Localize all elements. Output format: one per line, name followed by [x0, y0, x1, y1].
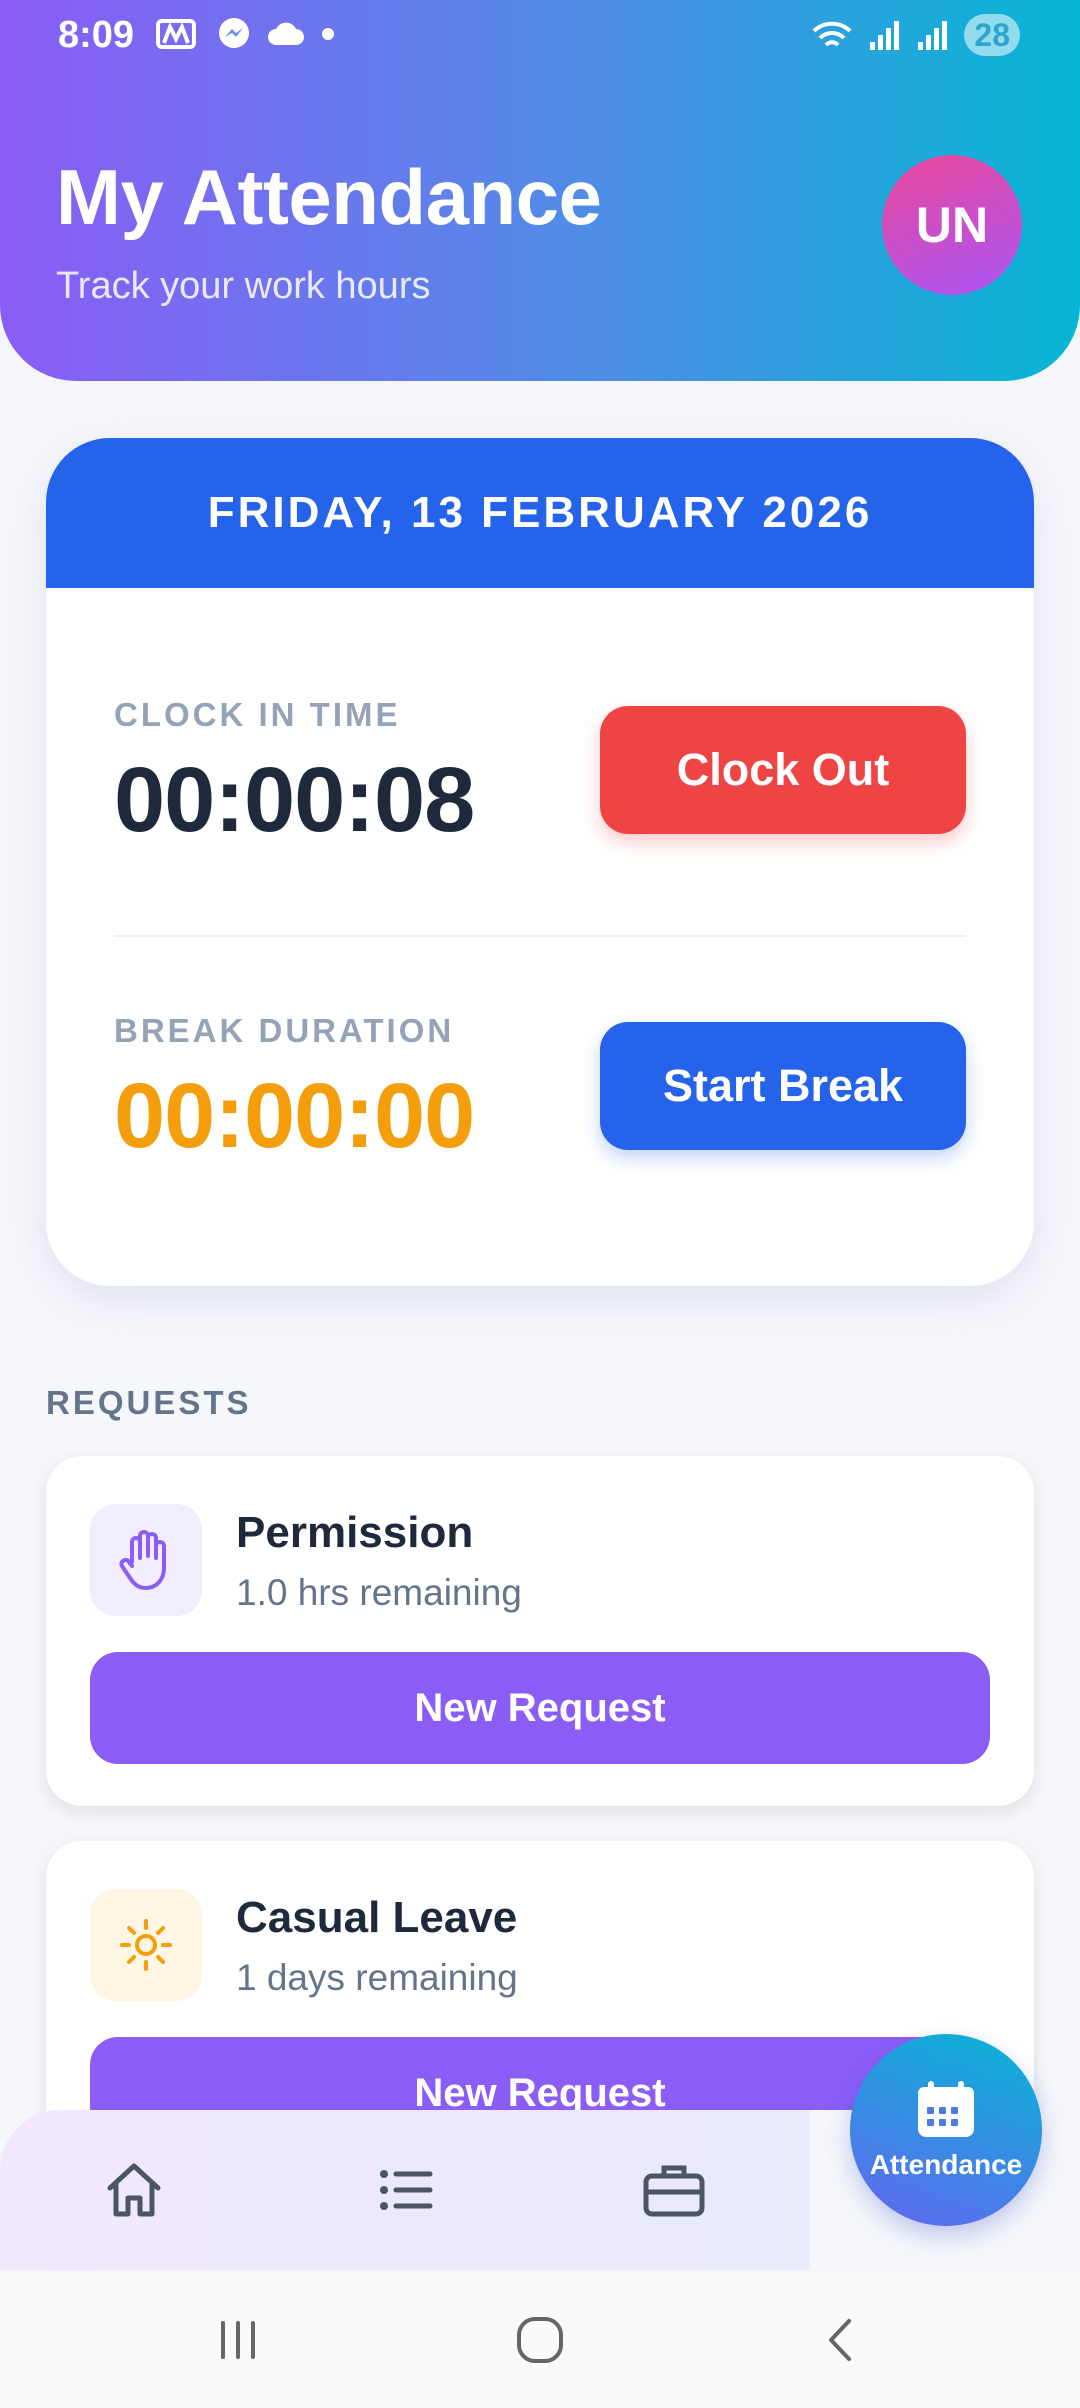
m-app-icon: [156, 19, 196, 49]
card-divider: [114, 935, 966, 937]
start-break-button[interactable]: Start Break: [600, 1022, 966, 1150]
request-remaining: 1.0 hrs remaining: [236, 1572, 522, 1613]
page-subtitle: Track your work hours: [56, 265, 431, 307]
status-time: 8:09: [58, 14, 135, 56]
status-right-icons: 28: [810, 14, 1020, 56]
recent-apps-button[interactable]: [198, 2310, 278, 2370]
nav-attendance-label: Attendance: [869, 2149, 1023, 2180]
requests-section-label: REQUESTS: [46, 1384, 252, 1421]
break-row: BREAK DURATION 00:00:00 Start Break: [114, 1012, 966, 1167]
messenger-icon: [219, 18, 249, 48]
date-banner: FRIDAY, 13 FEBRUARY 2026: [46, 438, 1034, 588]
avatar[interactable]: UN: [882, 155, 1022, 295]
hand-icon: [90, 1504, 202, 1616]
list-icon: [380, 2170, 433, 2210]
request-title: Casual Leave: [236, 1893, 518, 1942]
status-bar: 8:09 28: [0, 0, 1080, 70]
new-request-button[interactable]: New Request: [90, 1652, 990, 1764]
page-title: My Attendance: [56, 153, 602, 241]
clock-out-button[interactable]: Clock Out: [600, 706, 966, 834]
dot-icon: [322, 28, 334, 40]
sun-icon: [90, 1889, 202, 2001]
recent-apps-icon: [221, 2321, 255, 2359]
wifi-icon: [813, 21, 852, 47]
briefcase-icon: [643, 2165, 705, 2217]
nav-list[interactable]: [366, 2150, 446, 2230]
request-title: Permission: [236, 1508, 474, 1557]
attendance-card: FRIDAY, 13 FEBRUARY 2026 CLOCK IN TIME 0…: [46, 438, 1034, 1286]
status-left-icons: [156, 16, 336, 52]
nav-attendance-fab[interactable]: Attendance: [850, 2034, 1042, 2226]
clock-in-row: CLOCK IN TIME 00:00:08 Clock Out: [114, 696, 966, 851]
home-circle-icon: [517, 2317, 563, 2363]
signal-icon: [918, 21, 948, 50]
home-system-button[interactable]: [500, 2310, 580, 2370]
back-chevron-icon: [829, 2319, 851, 2361]
battery-level: 28: [964, 14, 1020, 56]
home-icon: [107, 2163, 161, 2217]
nav-briefcase[interactable]: [634, 2150, 714, 2230]
cloud-icon: [268, 22, 304, 45]
back-system-button[interactable]: [802, 2310, 882, 2370]
request-card-permission: Permission 1.0 hrs remaining New Request: [46, 1456, 1034, 1806]
calendar-icon: [918, 2081, 974, 2137]
nav-home[interactable]: [94, 2150, 174, 2230]
signal-icon: [870, 21, 900, 50]
request-remaining: 1 days remaining: [236, 1957, 518, 1998]
